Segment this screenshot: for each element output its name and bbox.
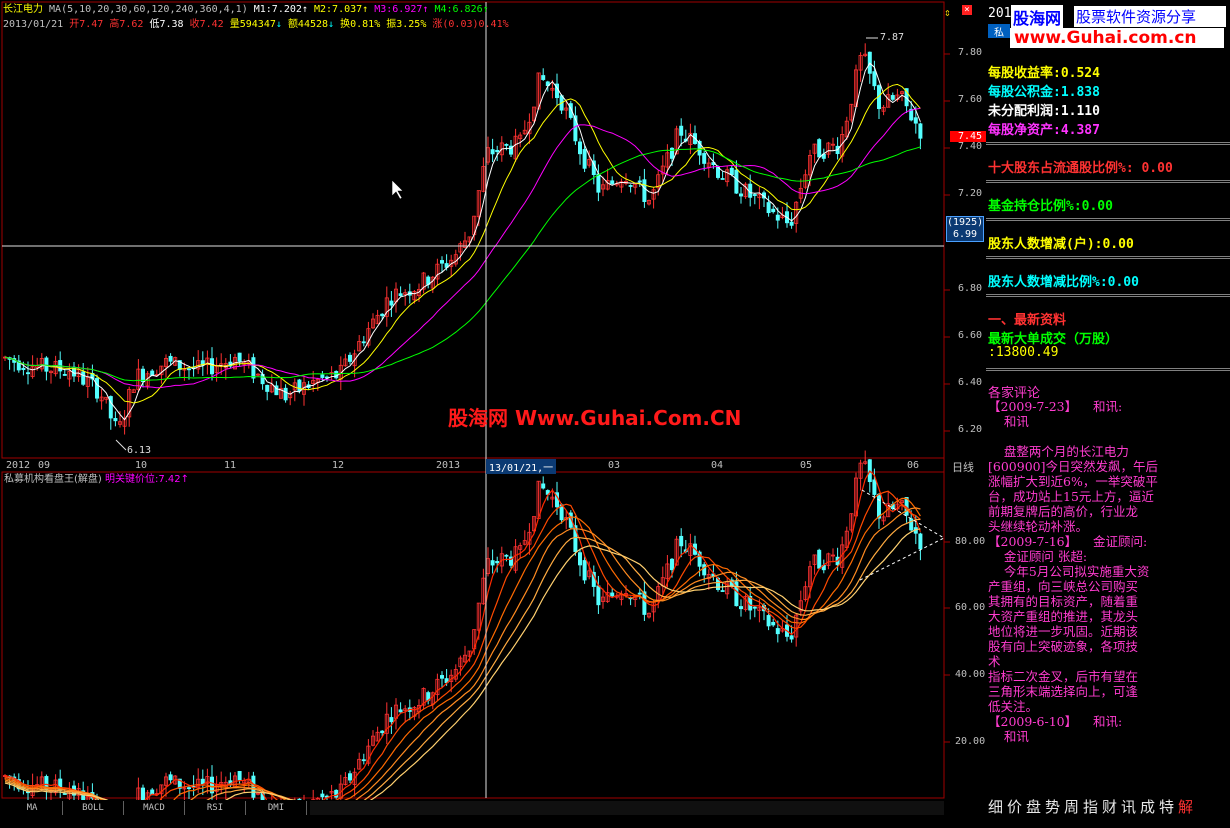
quote-header: 2013/01/21 开7.47 高7.62 低7.38 收7.42 量5943…	[3, 19, 509, 30]
fund-text: 基金持仓比例%:0.00	[988, 199, 1113, 214]
amplitude-value: 振3.25%	[386, 19, 427, 30]
quote-date: 2013/01/21	[3, 19, 64, 30]
divider	[986, 368, 1230, 371]
low-value: 低7.38	[149, 19, 184, 30]
nav-book[interactable]: 盘	[1026, 796, 1041, 817]
m2-value: M2:7.037	[313, 4, 363, 15]
nav-index[interactable]: 指	[1083, 796, 1098, 817]
price-axis-label: 6.60	[958, 330, 983, 341]
price-candles	[3, 43, 923, 435]
divider	[986, 294, 1230, 297]
nav-week[interactable]: 周	[1064, 796, 1079, 817]
time-axis-label: 2013	[436, 460, 461, 471]
nav-deal[interactable]: 成	[1140, 796, 1155, 817]
time-axis-label: 10	[135, 460, 148, 471]
tab-ma[interactable]: MA	[2, 801, 63, 815]
close-value: 收7.42	[189, 19, 224, 30]
indicator-axis-label: 40.00	[955, 669, 986, 680]
low-mark: 6.13	[127, 445, 152, 456]
change-value: 涨(0.03)0.41%	[432, 19, 509, 30]
period-label[interactable]: 日线	[952, 459, 974, 475]
window-close-icon[interactable]: ×	[962, 5, 972, 15]
indicator-axis-label: 60.00	[955, 602, 986, 613]
tab-boll[interactable]: BOLL	[63, 801, 124, 815]
indicator-candles	[3, 450, 923, 800]
m3-value: M3:6.927	[374, 4, 423, 15]
nav-text: 每股净资产:4.387	[988, 123, 1100, 138]
top-digits: 201	[988, 6, 1012, 21]
nav-price[interactable]: 价	[1007, 796, 1022, 817]
price-axis-label: 7.40	[958, 141, 983, 152]
price-axis-label: 7.60	[958, 94, 983, 105]
bottom-nav: 细 价 盘 势 周 指 财 讯 成 特 解	[986, 795, 1230, 817]
time-axis-label: 04	[711, 460, 724, 471]
cursor-price: 6.99	[952, 229, 978, 240]
holders-change-text: 股东人数增减(户):0.00	[988, 237, 1134, 252]
latest-title: 一、最新资料	[988, 313, 1067, 328]
time-axis-label: 05	[800, 460, 813, 471]
indicator-header: 私募机构看盘王(解盘) 明关键价位:7.42↑	[4, 474, 190, 485]
price-axis-label: 7.80	[958, 47, 983, 58]
site-url: www.Guhai.com.cn	[1010, 28, 1224, 48]
divider	[986, 256, 1230, 259]
site-logo: 股海网	[1011, 5, 1064, 29]
nav-finance[interactable]: 财	[1102, 796, 1117, 817]
indicator-name: 私募机构看盘王(解盘)	[4, 474, 102, 485]
current-price-tag: 7.45	[950, 131, 987, 142]
moving-average-lines	[4, 62, 921, 421]
site-slogan: 股票软件资源分享	[1074, 6, 1226, 27]
ma-params: MA(5,10,20,30,60,120,240,360,4,1)	[49, 4, 248, 15]
kline-chart[interactable]	[0, 0, 986, 800]
holders-ratio-text: 股东人数增减比例%:0.00	[988, 275, 1139, 290]
time-axis-label: 03	[608, 460, 621, 471]
big-order-value: :13800.49	[988, 345, 1059, 360]
tab-macd[interactable]: MACD	[124, 801, 185, 815]
open-value: 开7.47	[69, 19, 104, 30]
nav-special[interactable]: 特	[1159, 796, 1174, 817]
cursor-date-tag: 13/01/21,一	[486, 459, 557, 474]
nav-detail[interactable]: 细	[988, 796, 1003, 817]
high-value: 高7.62	[109, 19, 144, 30]
tab-rsi[interactable]: RSI	[185, 801, 246, 815]
nav-trend[interactable]: 势	[1045, 796, 1060, 817]
scroll-up-icon[interactable]: ⇕	[944, 6, 951, 19]
indicator-axis-label: 80.00	[955, 536, 986, 547]
nav-news[interactable]: 讯	[1121, 796, 1136, 817]
tab-dmi[interactable]: DMI	[246, 801, 307, 815]
top10-text: 十大股东占流通股比例%: 0.00	[988, 161, 1173, 176]
volume-value: 量594347	[229, 19, 276, 30]
time-axis-label: 11	[224, 460, 237, 471]
m1-value: M1:7.202	[253, 4, 302, 15]
news-text[interactable]: 【2009-7-23】 和讯: 和讯 盘整两个月的长江电力 [600900]今日…	[988, 399, 1220, 787]
stock-name: 长江电力	[3, 4, 43, 15]
nav-explain[interactable]: 解	[1178, 796, 1193, 817]
panel-tag-icon: 私	[988, 24, 1010, 39]
time-axis-label: 2012	[6, 460, 31, 471]
eps-text: 每股收益率:0.524	[988, 66, 1100, 81]
cursor-count: (1925)	[947, 217, 984, 228]
time-axis-label: 09	[38, 460, 51, 471]
indicator-axis-label: 20.00	[955, 736, 986, 747]
divider	[986, 218, 1230, 221]
bottom-scroll-area[interactable]	[310, 801, 944, 815]
price-axis-label: 6.80	[958, 283, 983, 294]
reserve-text: 每股公积金:1.838	[988, 85, 1100, 100]
time-axis-label: 12	[332, 460, 345, 471]
divider	[986, 180, 1230, 183]
watermark: 股海网 Www.Guhai.Com.CN	[448, 406, 742, 430]
mouse-pointer-icon	[391, 179, 404, 200]
price-axis-label: 6.20	[958, 424, 983, 435]
amount-value: 额44528	[287, 19, 329, 30]
undistributed-text: 未分配利润:1.110	[988, 104, 1100, 119]
indicator-key-price: 明关键价位:7.42	[105, 474, 181, 485]
turnover-value: 换0.81%	[340, 19, 381, 30]
time-axis-label: 06	[907, 460, 920, 471]
cursor-price-box: (1925) 6.99	[946, 216, 984, 242]
price-axis-label: 7.20	[958, 188, 983, 199]
m4-value: M4:6.826	[434, 4, 483, 15]
price-axis-label: 6.40	[958, 377, 983, 388]
ma-header: 长江电力 MA(5,10,20,30,60,120,240,360,4,1) M…	[3, 4, 489, 15]
high-mark: 7.87	[880, 32, 905, 43]
divider	[986, 142, 1230, 145]
